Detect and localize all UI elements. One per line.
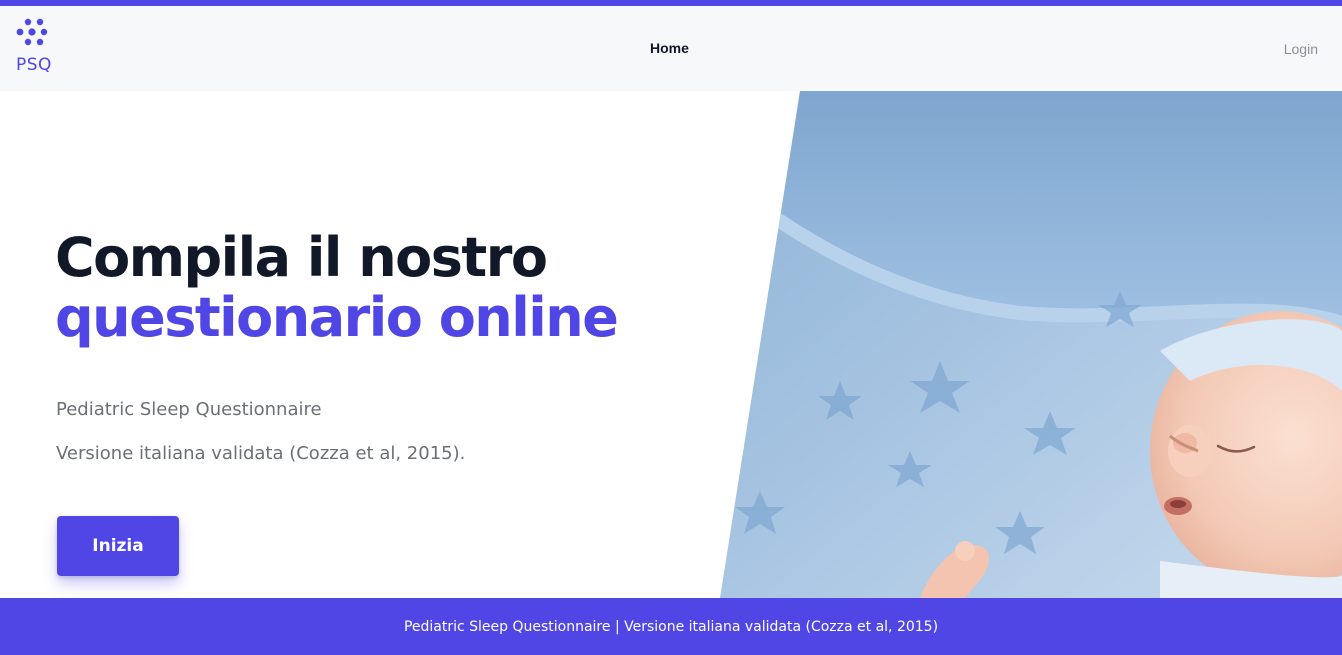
site-header: PSQ Home Login: [0, 6, 1342, 91]
hero-version-text: Versione italiana validata (Cozza et al,…: [56, 443, 466, 464]
footer-text: Pediatric Sleep Questionnaire | Versione…: [403, 618, 939, 635]
headline-line-2: questionario online: [55, 286, 619, 349]
hero-headline: Compila il nostro questionario online: [55, 226, 619, 349]
logo-text: PSQ: [16, 55, 52, 75]
nav-home-link[interactable]: Home: [650, 40, 689, 56]
hero-image: [720, 91, 1342, 598]
hero-subtitle: Pediatric Sleep Questionnaire: [56, 399, 322, 420]
start-button[interactable]: Inizia: [57, 516, 179, 576]
nav-login-link[interactable]: Login: [1284, 41, 1318, 57]
sleeping-baby-photo: [720, 91, 1342, 598]
headline-line-1: Compila il nostro: [55, 226, 548, 289]
dots-cluster-icon: [16, 18, 48, 46]
logo-link[interactable]: PSQ: [16, 18, 56, 78]
site-footer: Pediatric Sleep Questionnaire | Versione…: [0, 598, 1342, 655]
